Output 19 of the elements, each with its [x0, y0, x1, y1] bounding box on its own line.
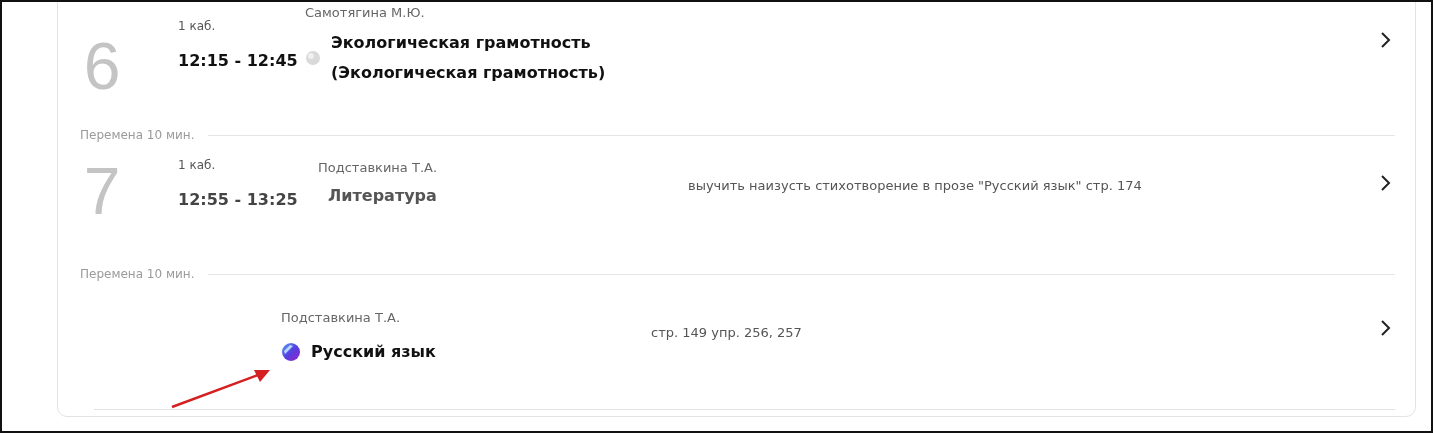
break-label: Перемена 10 мин. [80, 128, 195, 142]
lesson-number: 6 [82, 33, 122, 99]
break-label: Перемена 10 мин. [80, 267, 195, 281]
chevron-right-icon[interactable] [1379, 31, 1391, 49]
homework-text: стр. 149 упр. 256, 257 [651, 325, 803, 340]
lesson-number: 7 [82, 158, 122, 224]
room-label: 1 каб. [178, 158, 217, 172]
subject-name: Экологическая грамотность (Экологическая грамотность) [331, 32, 607, 84]
lesson-time: 12:55 - 13:25 [178, 190, 299, 209]
teacher-name: Подставкина Т.А. [281, 310, 402, 325]
homework-text: выучить наизусть стихотворение в прозе "Русский язык" стр. 174 [688, 178, 1143, 193]
teacher-name: Самотягина М.Ю. [305, 5, 426, 20]
teacher-name: Подставкина Т.А. [318, 160, 439, 175]
subject-name: Литература [328, 185, 437, 207]
subject-name: Русский язык [311, 341, 436, 363]
room-label: 1 каб. [178, 19, 217, 33]
chevron-right-icon[interactable] [1379, 319, 1391, 337]
chevron-right-icon[interactable] [1379, 174, 1391, 192]
lesson-time: 12:15 - 12:45 [178, 51, 299, 70]
